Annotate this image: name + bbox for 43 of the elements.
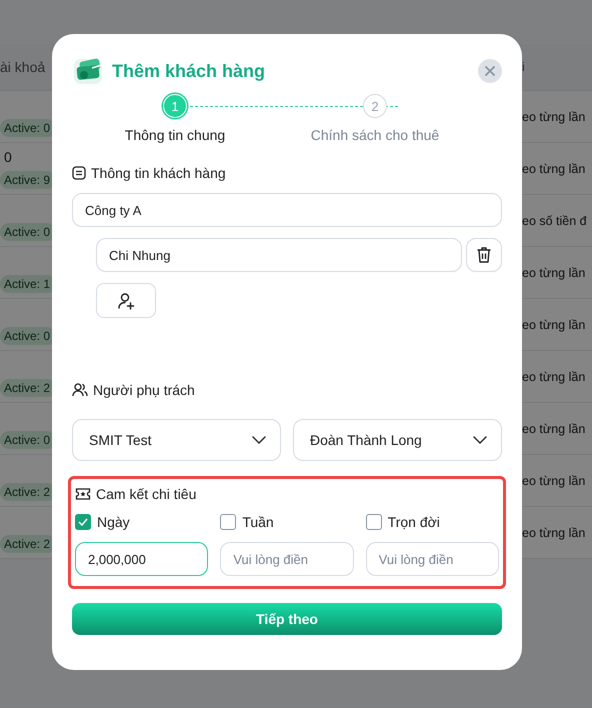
- section-title: Người phụ trách: [93, 382, 195, 398]
- step-label[interactable]: Thông tin chung: [124, 127, 226, 143]
- select-dropdown[interactable]: SMIT Test: [72, 419, 281, 461]
- input-field[interactable]: Vui lòng điền: [220, 542, 354, 576]
- table-cell-text: eo từng lần: [522, 474, 586, 488]
- input-field[interactable]: Chi Nhung: [96, 238, 462, 272]
- table-cell-text: eo từng lần: [522, 110, 586, 124]
- table-cell-text: eo số tiền đ: [522, 214, 588, 228]
- table-cell-text: eo từng lần: [522, 266, 586, 280]
- step-label[interactable]: Chính sách cho thuê: [310, 127, 440, 143]
- table-cell-text: eo từng lần: [522, 370, 586, 384]
- add-user-icon: [117, 292, 135, 310]
- input-field[interactable]: Công ty A: [72, 193, 502, 227]
- table-cell-text: 0: [3, 148, 12, 164]
- section-title: Cam kết chi tiêu: [96, 486, 196, 502]
- input-field[interactable]: 2,000,000: [75, 542, 208, 576]
- dialog-title: Thêm khách hàng: [112, 60, 266, 82]
- section-title: Thông tin khách hàng: [91, 165, 226, 181]
- close-icon: [485, 66, 495, 76]
- column-header: i: [522, 60, 526, 74]
- table-cell-text: eo từng lần: [522, 526, 586, 540]
- checkbox-label[interactable]: Trọn đời: [388, 514, 440, 530]
- table-cell-text: eo từng lần: [522, 162, 586, 176]
- checkbox[interactable]: [366, 514, 382, 530]
- chevron-down-icon: [252, 436, 266, 444]
- checkbox[interactable]: [220, 514, 236, 530]
- delete-button[interactable]: [466, 238, 502, 272]
- users-icon: [72, 383, 88, 397]
- chevron-down-icon: [473, 436, 487, 444]
- checkbox-label[interactable]: Ngày: [97, 514, 130, 530]
- column-header: ài khoả: [0, 59, 46, 75]
- list-icon: [72, 166, 86, 180]
- close-button[interactable]: [478, 59, 502, 83]
- select-dropdown[interactable]: Đoàn Thành Long: [293, 419, 502, 461]
- trash-icon: [476, 246, 492, 264]
- input-field[interactable]: Vui lòng điền: [366, 542, 499, 576]
- check-icon: [78, 518, 88, 526]
- table-cell-text: eo từng lần: [522, 318, 586, 332]
- checkbox[interactable]: [75, 514, 91, 530]
- checkbox-label[interactable]: Tuần: [242, 514, 274, 530]
- ticket-icon: [75, 487, 91, 501]
- add-contact-button[interactable]: [96, 283, 156, 318]
- table-cell-text: eo từng lần: [522, 422, 586, 436]
